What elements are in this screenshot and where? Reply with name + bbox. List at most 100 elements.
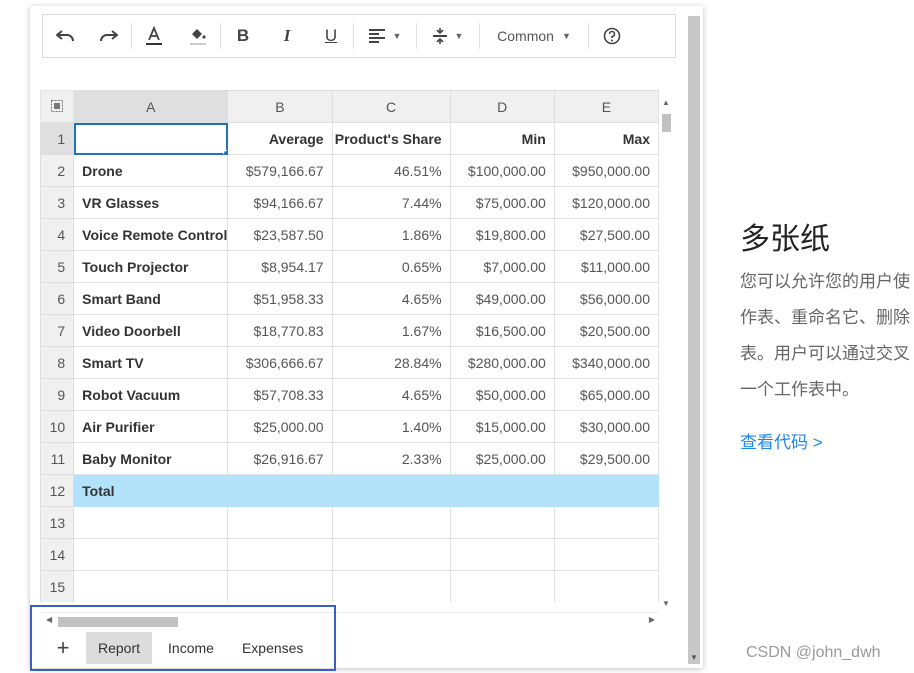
total-label-cell[interactable]: Total: [73, 474, 229, 507]
cell[interactable]: [449, 506, 555, 539]
row-header[interactable]: 1: [40, 122, 75, 155]
scroll-right-icon[interactable]: ▶: [649, 615, 655, 624]
max-cell[interactable]: $56,000.00: [553, 282, 659, 315]
cell[interactable]: [449, 570, 555, 602]
cell[interactable]: [553, 474, 659, 507]
grid-horizontal-scrollbar[interactable]: ◀ ▶: [42, 612, 659, 629]
max-cell[interactable]: $950,000.00: [553, 154, 659, 187]
average-cell[interactable]: $25,000.00: [227, 410, 333, 443]
column-header-b[interactable]: B: [227, 90, 333, 123]
share-cell[interactable]: 4.65%: [331, 282, 451, 315]
product-name-cell[interactable]: Smart TV: [73, 346, 229, 379]
cell[interactable]: [331, 474, 451, 507]
header-cell[interactable]: Average: [227, 122, 333, 155]
product-name-cell[interactable]: VR Glasses: [73, 186, 229, 219]
average-cell[interactable]: $18,770.83: [227, 314, 333, 347]
min-cell[interactable]: $19,800.00: [449, 218, 555, 251]
average-cell[interactable]: $8,954.17: [227, 250, 333, 283]
cell[interactable]: [227, 570, 333, 602]
column-header-d[interactable]: D: [449, 90, 555, 123]
product-name-cell[interactable]: Video Doorbell: [73, 314, 229, 347]
product-name-cell[interactable]: Touch Projector: [73, 250, 229, 283]
row-header[interactable]: 15: [40, 570, 75, 602]
cell[interactable]: [449, 474, 555, 507]
share-cell[interactable]: 7.44%: [331, 186, 451, 219]
header-cell[interactable]: Max: [553, 122, 659, 155]
view-code-link[interactable]: 查看代码 >: [740, 428, 823, 453]
min-cell[interactable]: $75,000.00: [449, 186, 555, 219]
column-header-c[interactable]: C: [331, 90, 451, 123]
row-header[interactable]: 8: [40, 346, 75, 379]
max-cell[interactable]: $120,000.00: [553, 186, 659, 219]
undo-button[interactable]: [43, 14, 87, 58]
cell[interactable]: [227, 506, 333, 539]
select-all-corner[interactable]: [40, 90, 75, 123]
max-cell[interactable]: $30,000.00: [553, 410, 659, 443]
cell[interactable]: [331, 570, 451, 602]
cell[interactable]: [553, 506, 659, 539]
row-header[interactable]: 14: [40, 538, 75, 571]
row-header[interactable]: 9: [40, 378, 75, 411]
vertical-align-dropdown[interactable]: ▼: [417, 14, 479, 58]
min-cell[interactable]: $15,000.00: [449, 410, 555, 443]
sheet-tab-expenses[interactable]: Expenses: [230, 632, 315, 664]
max-cell[interactable]: $29,500.00: [553, 442, 659, 475]
row-header[interactable]: 2: [40, 154, 75, 187]
grid-vertical-scrollbar[interactable]: ▲ ▼: [659, 96, 674, 610]
column-header-e[interactable]: E: [553, 90, 659, 123]
min-cell[interactable]: $16,500.00: [449, 314, 555, 347]
header-cell[interactable]: Product's Share: [331, 122, 451, 155]
max-cell[interactable]: $11,000.00: [553, 250, 659, 283]
sheet-tab-report[interactable]: Report: [86, 632, 153, 664]
max-cell[interactable]: $20,500.00: [553, 314, 659, 347]
fill-color-button[interactable]: [176, 14, 220, 58]
help-button[interactable]: [589, 14, 635, 58]
share-cell[interactable]: 4.65%: [331, 378, 451, 411]
min-cell[interactable]: $7,000.00: [449, 250, 555, 283]
align-dropdown[interactable]: ▼: [354, 14, 416, 58]
average-cell[interactable]: $26,916.67: [227, 442, 333, 475]
average-cell[interactable]: $51,958.33: [227, 282, 333, 315]
product-name-cell[interactable]: Air Purifier: [73, 410, 229, 443]
row-header[interactable]: 11: [40, 442, 75, 475]
min-cell[interactable]: $25,000.00: [449, 442, 555, 475]
cell[interactable]: [449, 538, 555, 571]
max-cell[interactable]: $340,000.00: [553, 346, 659, 379]
cell[interactable]: [227, 538, 333, 571]
italic-button[interactable]: I: [265, 14, 309, 58]
row-header[interactable]: 10: [40, 410, 75, 443]
cell[interactable]: [73, 570, 229, 602]
sheet-tab-income[interactable]: Income: [156, 632, 226, 664]
scrollbar-thumb[interactable]: [662, 114, 671, 132]
cell[interactable]: [73, 538, 229, 571]
cell[interactable]: [331, 506, 451, 539]
share-cell[interactable]: 1.40%: [331, 410, 451, 443]
share-cell[interactable]: 1.86%: [331, 218, 451, 251]
share-cell[interactable]: 2.33%: [331, 442, 451, 475]
row-header[interactable]: 7: [40, 314, 75, 347]
average-cell[interactable]: $57,708.33: [227, 378, 333, 411]
average-cell[interactable]: $579,166.67: [227, 154, 333, 187]
cell[interactable]: [553, 538, 659, 571]
fill-handle[interactable]: [223, 150, 227, 154]
page-vertical-scrollbar[interactable]: ▼: [688, 16, 700, 664]
column-header-a[interactable]: A: [73, 90, 229, 123]
row-header[interactable]: 3: [40, 186, 75, 219]
max-cell[interactable]: $27,500.00: [553, 218, 659, 251]
active-cell[interactable]: [73, 122, 229, 155]
row-header[interactable]: 13: [40, 506, 75, 539]
formula-bar[interactable]: [42, 58, 676, 92]
share-cell[interactable]: 46.51%: [331, 154, 451, 187]
max-cell[interactable]: $65,000.00: [553, 378, 659, 411]
header-cell[interactable]: Min: [449, 122, 555, 155]
add-sheet-button[interactable]: +: [40, 632, 86, 664]
min-cell[interactable]: $100,000.00: [449, 154, 555, 187]
row-header[interactable]: 4: [40, 218, 75, 251]
row-header[interactable]: 5: [40, 250, 75, 283]
text-color-button[interactable]: [132, 14, 176, 58]
min-cell[interactable]: $280,000.00: [449, 346, 555, 379]
share-cell[interactable]: 28.84%: [331, 346, 451, 379]
product-name-cell[interactable]: Smart Band: [73, 282, 229, 315]
min-cell[interactable]: $50,000.00: [449, 378, 555, 411]
scroll-left-icon[interactable]: ◀: [46, 615, 52, 624]
